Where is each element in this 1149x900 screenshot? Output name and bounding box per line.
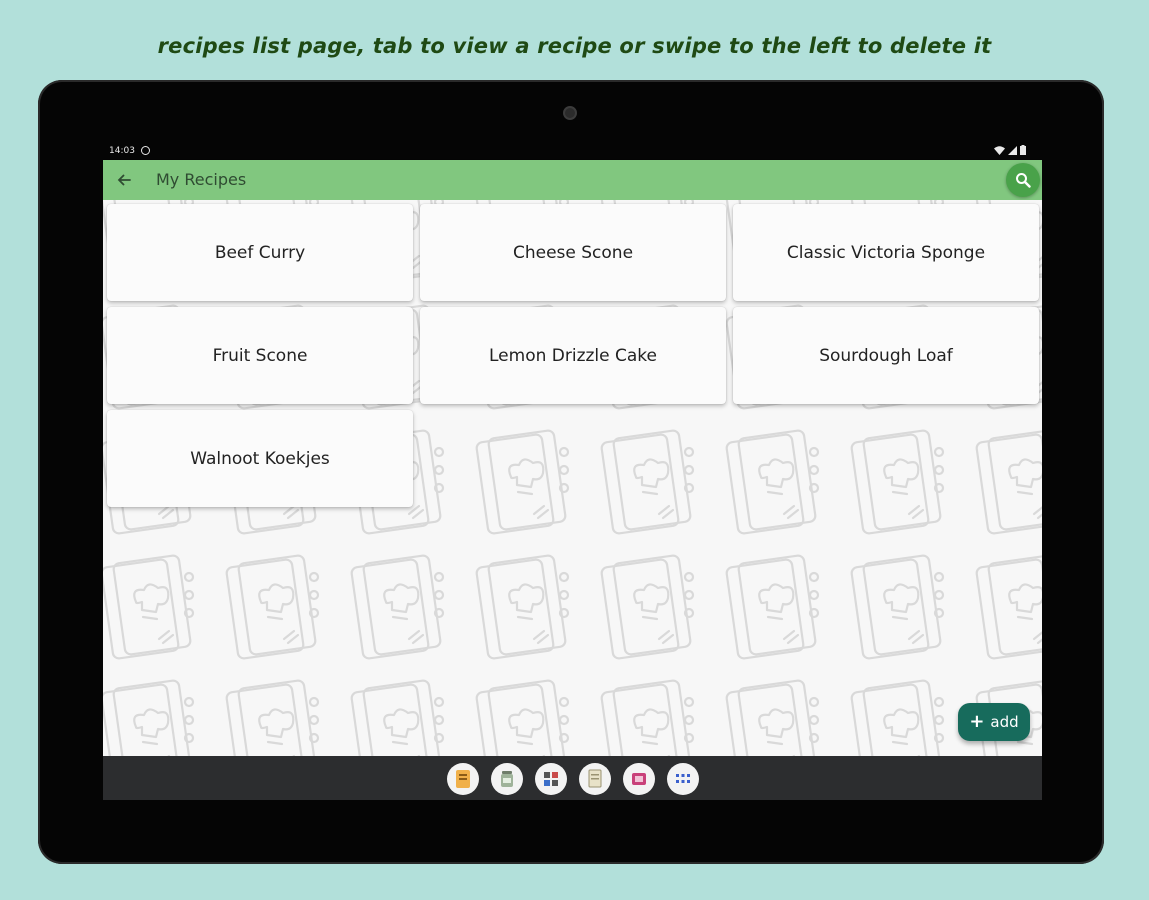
search-icon — [1016, 173, 1031, 188]
recipe-card-label: Cheese Scone — [512, 242, 634, 263]
status-icons — [994, 145, 1026, 155]
recipe-grid: Beef Curry Cheese Scone Classic Victoria… — [107, 204, 1040, 507]
tablet-frame: 14:03 . My Recipes — [38, 80, 1104, 864]
recipe-card[interactable]: Beef Curry — [107, 204, 413, 301]
page-title: My Recipes — [156, 170, 247, 189]
notification-icon: . — [141, 146, 150, 155]
recipe-card-label: Fruit Scone — [212, 345, 308, 366]
dock-app-1-icon[interactable] — [447, 763, 479, 795]
plus-icon: + — [969, 711, 985, 732]
recipe-card[interactable]: Classic Victoria Sponge — [733, 204, 1039, 301]
recipe-card[interactable]: Walnoot Koekjes — [107, 410, 413, 507]
app-bar: My Recipes — [103, 160, 1042, 200]
dots-grid-icon — [676, 774, 690, 783]
front-camera — [563, 106, 577, 120]
grid-app-icon — [544, 772, 558, 786]
recipe-card-label: Classic Victoria Sponge — [786, 242, 986, 263]
notebook-app-icon — [456, 770, 470, 788]
signal-icon — [1008, 145, 1017, 155]
recipe-card-label: Walnoot Koekjes — [190, 448, 330, 469]
add-recipe-button[interactable]: + add — [958, 703, 1030, 741]
app-dock — [447, 763, 699, 795]
recipe-card-label: Sourdough Loaf — [819, 345, 953, 366]
battery-icon — [1020, 145, 1026, 155]
wifi-icon — [994, 145, 1005, 155]
recipe-card[interactable]: Cheese Scone — [420, 204, 726, 301]
device-screen: 14:03 . My Recipes — [103, 142, 1042, 800]
document-app-icon — [588, 769, 602, 788]
recipe-card-label: Lemon Drizzle Cake — [489, 345, 657, 366]
status-time: 14:03 — [109, 146, 135, 156]
recipe-card-label: Beef Curry — [214, 242, 306, 263]
taskbar — [103, 756, 1042, 800]
add-button-label: add — [990, 713, 1019, 731]
box-app-icon — [632, 773, 646, 785]
jar-app-icon — [501, 771, 513, 787]
dock-app-2-icon[interactable] — [491, 763, 523, 795]
recipes-list[interactable]: Beef Curry Cheese Scone Classic Victoria… — [103, 200, 1042, 756]
app-drawer-icon[interactable] — [667, 763, 699, 795]
recipe-card[interactable]: Fruit Scone — [107, 307, 413, 404]
recipe-card[interactable]: Lemon Drizzle Cake — [420, 307, 726, 404]
back-button[interactable] — [113, 169, 135, 191]
search-button[interactable] — [1006, 163, 1040, 197]
dock-app-5-icon[interactable] — [623, 763, 655, 795]
dock-app-4-icon[interactable] — [579, 763, 611, 795]
status-bar: 14:03 . — [103, 142, 1042, 160]
recipe-card[interactable]: Sourdough Loaf — [733, 307, 1039, 404]
page-caption: recipes list page, tab to view a recipe … — [157, 34, 992, 58]
dock-app-3-icon[interactable] — [535, 763, 567, 795]
arrow-left-icon — [117, 174, 131, 186]
